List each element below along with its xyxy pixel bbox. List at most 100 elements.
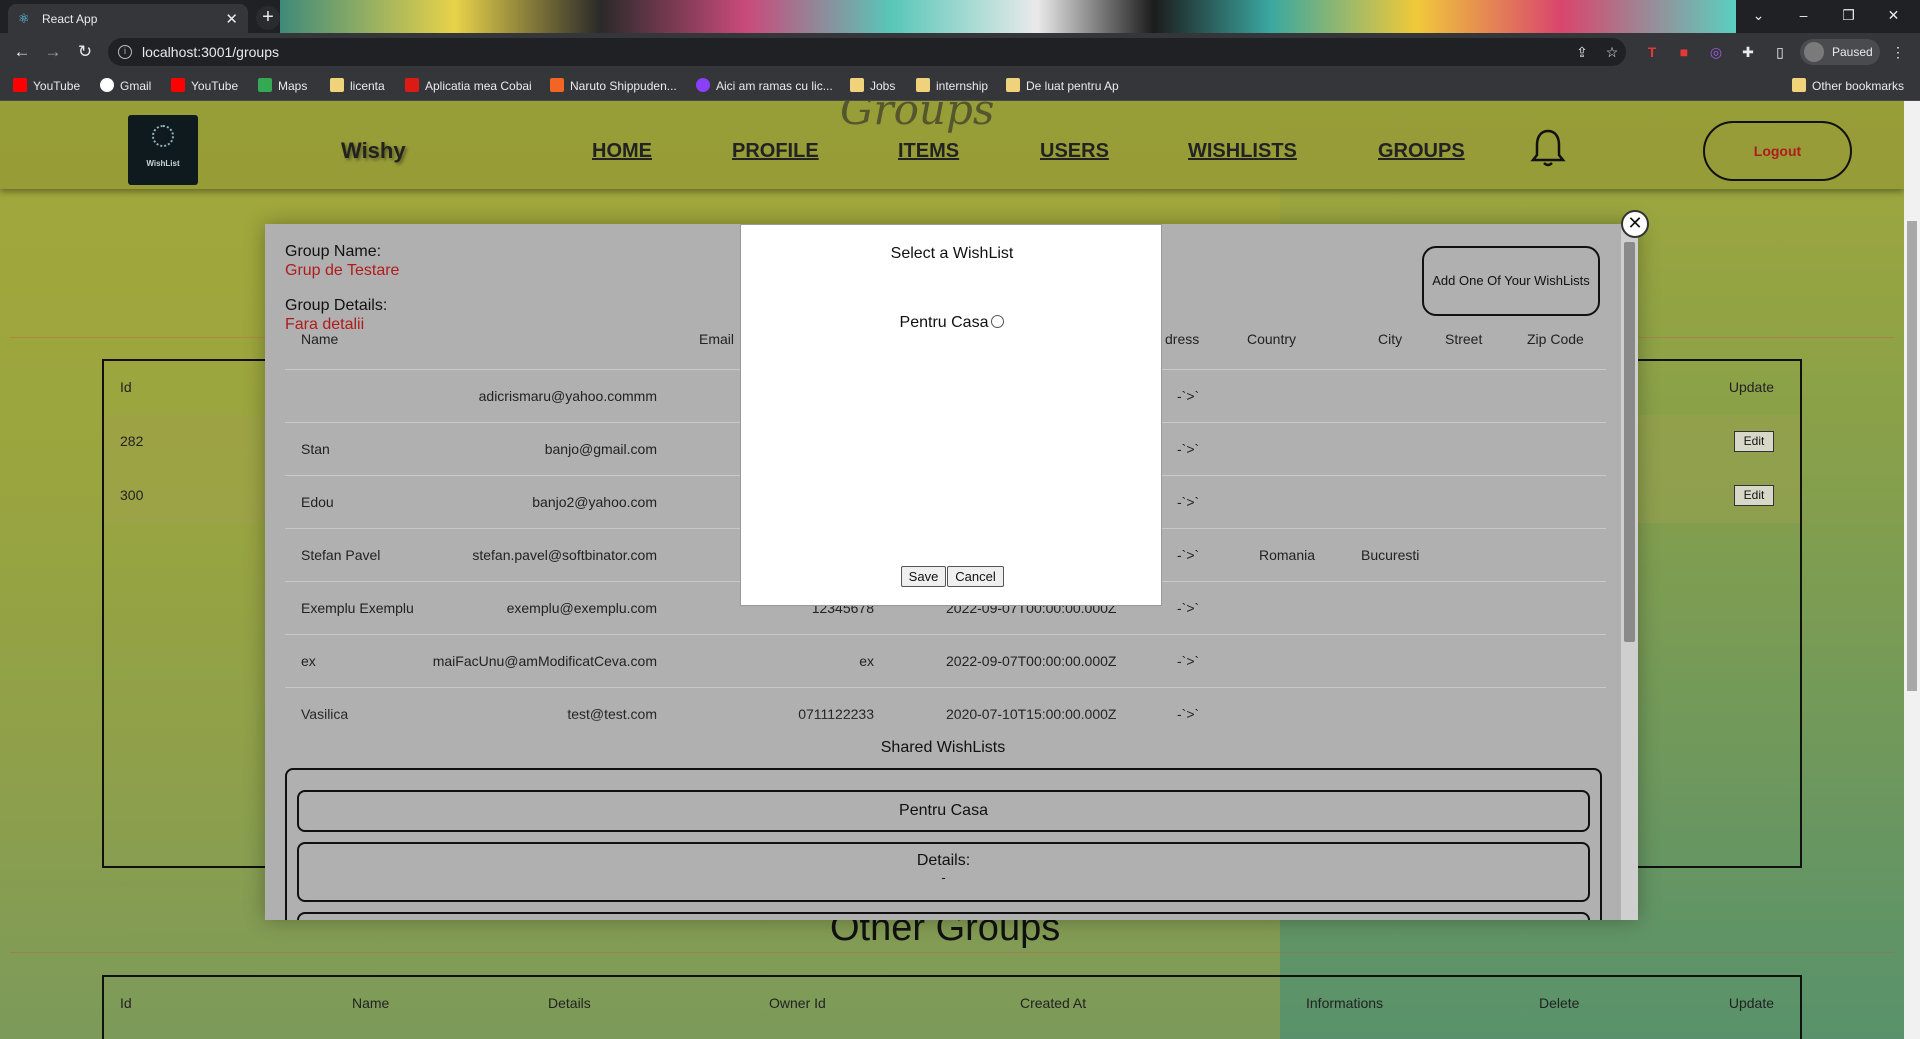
bookmark-youtube[interactable]: YouTube <box>13 71 80 101</box>
group-details-label: Group Details: <box>285 297 388 314</box>
modal-scrollbar[interactable] <box>1621 224 1638 920</box>
page-scrollbar[interactable] <box>1904 101 1920 1039</box>
tab-close-icon[interactable]: ✕ <box>225 10 238 28</box>
nav-profile[interactable]: PROFILE <box>732 140 819 163</box>
tab-title: React App <box>42 11 98 26</box>
user-arrow: -`>` <box>1177 441 1200 457</box>
forward-icon[interactable]: → <box>43 42 63 62</box>
scrollbar-thumb[interactable] <box>1907 221 1917 691</box>
cancel-button[interactable]: Cancel <box>947 566 1004 587</box>
bookmark-maps[interactable]: Maps <box>258 71 307 101</box>
profile-label: Paused <box>1832 45 1873 59</box>
user-arrow: -`>` <box>1177 388 1200 404</box>
header-city: City <box>1378 331 1403 347</box>
bookmarks-bar: YouTube Gmail YouTube Maps licenta Aplic… <box>0 71 1920 101</box>
wishlist-logo[interactable]: WishList <box>128 115 198 185</box>
user-email: banjo@gmail.com <box>544 441 657 457</box>
details-label: Details: <box>916 852 971 869</box>
edit-button[interactable]: Edit <box>1734 485 1774 506</box>
header-update: Update <box>1728 995 1774 1011</box>
extensions-puzzle-icon[interactable]: ✚ <box>1739 43 1757 61</box>
browser-toolbar: ← → ↻ i localhost:3001/groups ⇪ ☆ T ■ ◎ … <box>0 33 1920 71</box>
user-name: ex <box>301 653 316 669</box>
header-delete: Delete <box>1539 995 1580 1011</box>
site-info-icon[interactable]: i <box>118 45 132 59</box>
browser-tab-active[interactable]: ⚛ React App ✕ <box>8 4 248 33</box>
header-name: Name <box>352 995 390 1011</box>
bookmark-internship[interactable]: internship <box>916 71 988 101</box>
bookmark-de-luat[interactable]: De luat pentru Ap <box>1006 71 1119 101</box>
shared-wishlist-item[interactable] <box>297 912 1590 920</box>
restore-icon[interactable]: ❐ <box>1826 0 1871 33</box>
user-arrow: -`>` <box>1177 494 1200 510</box>
maps-icon <box>258 78 272 92</box>
extension-circle-icon[interactable]: ◎ <box>1707 43 1725 61</box>
background-heading-fragment: Groups <box>840 101 995 134</box>
nav-home[interactable]: HOME <box>592 140 652 163</box>
bookmark-jobs[interactable]: Jobs <box>850 71 895 101</box>
wishlist-option[interactable]: Pentru Casa <box>741 314 1163 332</box>
bookmark-star-icon[interactable]: ☆ <box>1603 43 1621 61</box>
extension-red-icon[interactable]: ■ <box>1675 43 1693 61</box>
bookmark-other[interactable]: Other bookmarks <box>1792 71 1904 101</box>
url-text: localhost:3001/groups <box>142 44 279 60</box>
header-email: Email <box>699 331 735 347</box>
shared-wishlist-details: Details: - <box>297 842 1590 902</box>
group-name-value: Grup de Testare <box>285 262 400 279</box>
close-modal-icon[interactable]: ✕ <box>1621 210 1649 238</box>
add-wishlist-button[interactable]: Add One Of Your WishLists <box>1422 246 1600 316</box>
nav-users[interactable]: USERS <box>1040 140 1109 163</box>
bookmark-aici[interactable]: Aici am ramas cu lic... <box>696 71 833 101</box>
user-email: adicrismaru@yahoo.commm <box>478 388 657 404</box>
close-icon[interactable]: ✕ <box>1871 0 1916 33</box>
shared-wishlist-item[interactable]: Pentru Casa <box>297 790 1590 832</box>
save-button[interactable]: Save <box>901 566 946 587</box>
side-panel-icon[interactable]: ▯ <box>1771 43 1789 61</box>
app-icon <box>696 78 710 92</box>
bookmark-youtube-2[interactable]: YouTube <box>171 71 238 101</box>
user-arrow: -`>` <box>1177 547 1200 563</box>
bookmark-aplicatia[interactable]: Aplicatia mea Cobai <box>405 71 532 101</box>
scrollbar-thumb[interactable] <box>1624 242 1635 642</box>
user-email: stefan.pavel@softbinator.com <box>472 547 657 563</box>
bookmark-licenta[interactable]: licenta <box>330 71 385 101</box>
header-owner-id: Owner Id <box>769 995 826 1011</box>
option-radio[interactable] <box>991 315 1005 328</box>
logo-icon <box>152 125 174 147</box>
row-id: 282 <box>120 433 144 449</box>
tab-strip-artwork <box>280 0 1736 33</box>
edit-button[interactable]: Edit <box>1734 431 1774 452</box>
bookmark-naruto[interactable]: Naruto Shippuden... <box>550 71 677 101</box>
nav-wishlists[interactable]: WISHLISTS <box>1188 140 1297 163</box>
address-bar[interactable]: i localhost:3001/groups <box>108 38 1626 66</box>
avatar <box>1804 42 1824 62</box>
row-id: 300 <box>120 487 144 503</box>
share-icon[interactable]: ⇪ <box>1573 43 1591 61</box>
youtube-icon <box>13 78 27 92</box>
logout-button[interactable]: Logout <box>1703 121 1852 181</box>
header-address: dress <box>1165 331 1200 347</box>
divider <box>10 952 1894 953</box>
reload-icon[interactable]: ↻ <box>75 42 95 62</box>
tab-search-icon[interactable]: ⌄ <box>1736 0 1781 33</box>
bell-icon[interactable] <box>1530 128 1566 168</box>
user-city: Bucuresti <box>1361 547 1420 563</box>
menu-kebab-icon[interactable]: ⋮ <box>1889 43 1907 61</box>
new-tab-button[interactable]: + <box>256 6 280 30</box>
nav-groups[interactable]: GROUPS <box>1378 140 1465 163</box>
select-wishlist-dialog: Select a WishList Pentru Casa Save Cance… <box>740 224 1162 606</box>
dialog-title: Select a WishList <box>890 245 1014 262</box>
profile-button[interactable]: Paused <box>1800 39 1880 65</box>
user-name: Stefan Pavel <box>301 547 381 563</box>
minimize-icon[interactable]: – <box>1781 0 1826 33</box>
extension-to-icon[interactable]: T <box>1643 43 1661 61</box>
other-groups-table: Id Name Details Owner Id Created At Info… <box>102 975 1802 1039</box>
header-street: Street <box>1445 331 1483 347</box>
option-label: Pentru Casa <box>899 314 989 331</box>
nav-items[interactable]: ITEMS <box>898 140 959 163</box>
user-arrow: -`>` <box>1177 600 1200 616</box>
header-informations: Informations <box>1306 995 1384 1011</box>
bookmark-gmail[interactable]: Gmail <box>100 71 151 101</box>
folder-icon <box>1006 78 1020 92</box>
back-icon[interactable]: ← <box>12 42 32 62</box>
